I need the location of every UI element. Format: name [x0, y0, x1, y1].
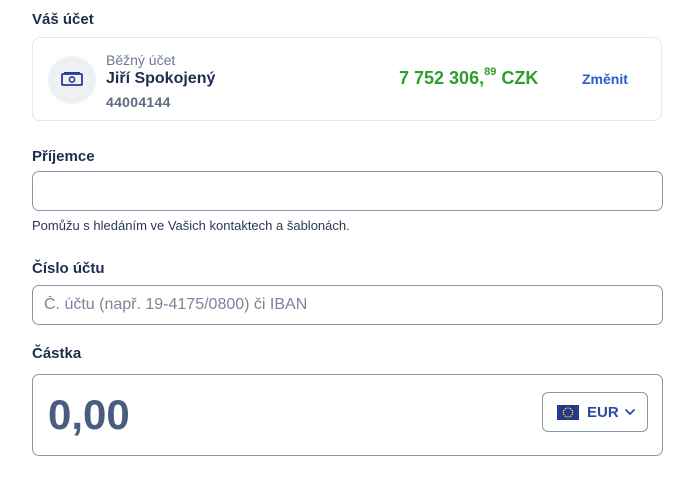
change-account-button[interactable]: Změnit [582, 71, 628, 87]
balance-integer: 7 752 306, [399, 68, 485, 88]
account-avatar [48, 56, 96, 104]
eu-flag-icon [557, 405, 579, 420]
amount-value[interactable]: 0,00 [48, 391, 130, 439]
chevron-down-icon [625, 409, 635, 415]
account-number: 44004144 [106, 94, 171, 110]
account-card: Běžný účet Jiří Spokojený 44004144 7 752… [32, 37, 662, 121]
account-section-label: Váš účet [32, 11, 94, 28]
currency-select[interactable]: EUR [542, 392, 648, 432]
account-number-input[interactable] [32, 285, 663, 325]
banknote-icon [61, 72, 83, 86]
currency-code: EUR [587, 404, 619, 421]
balance-decimal: 89 [484, 66, 497, 78]
amount-label: Částka [32, 345, 82, 362]
recipient-label: Příjemce [32, 148, 95, 165]
account-owner-name: Jiří Spokojený [106, 70, 216, 87]
recipient-input[interactable] [32, 171, 663, 211]
balance-currency: CZK [496, 68, 539, 88]
account-number-label: Číslo účtu [32, 260, 105, 277]
amount-field[interactable]: 0,00 EUR [32, 374, 663, 456]
recipient-hint: Pomůžu s hledáním ve Vašich kontaktech a… [32, 218, 350, 233]
account-balance: 7 752 306,89 CZK [399, 66, 539, 89]
account-type: Běžný účet [106, 52, 176, 68]
